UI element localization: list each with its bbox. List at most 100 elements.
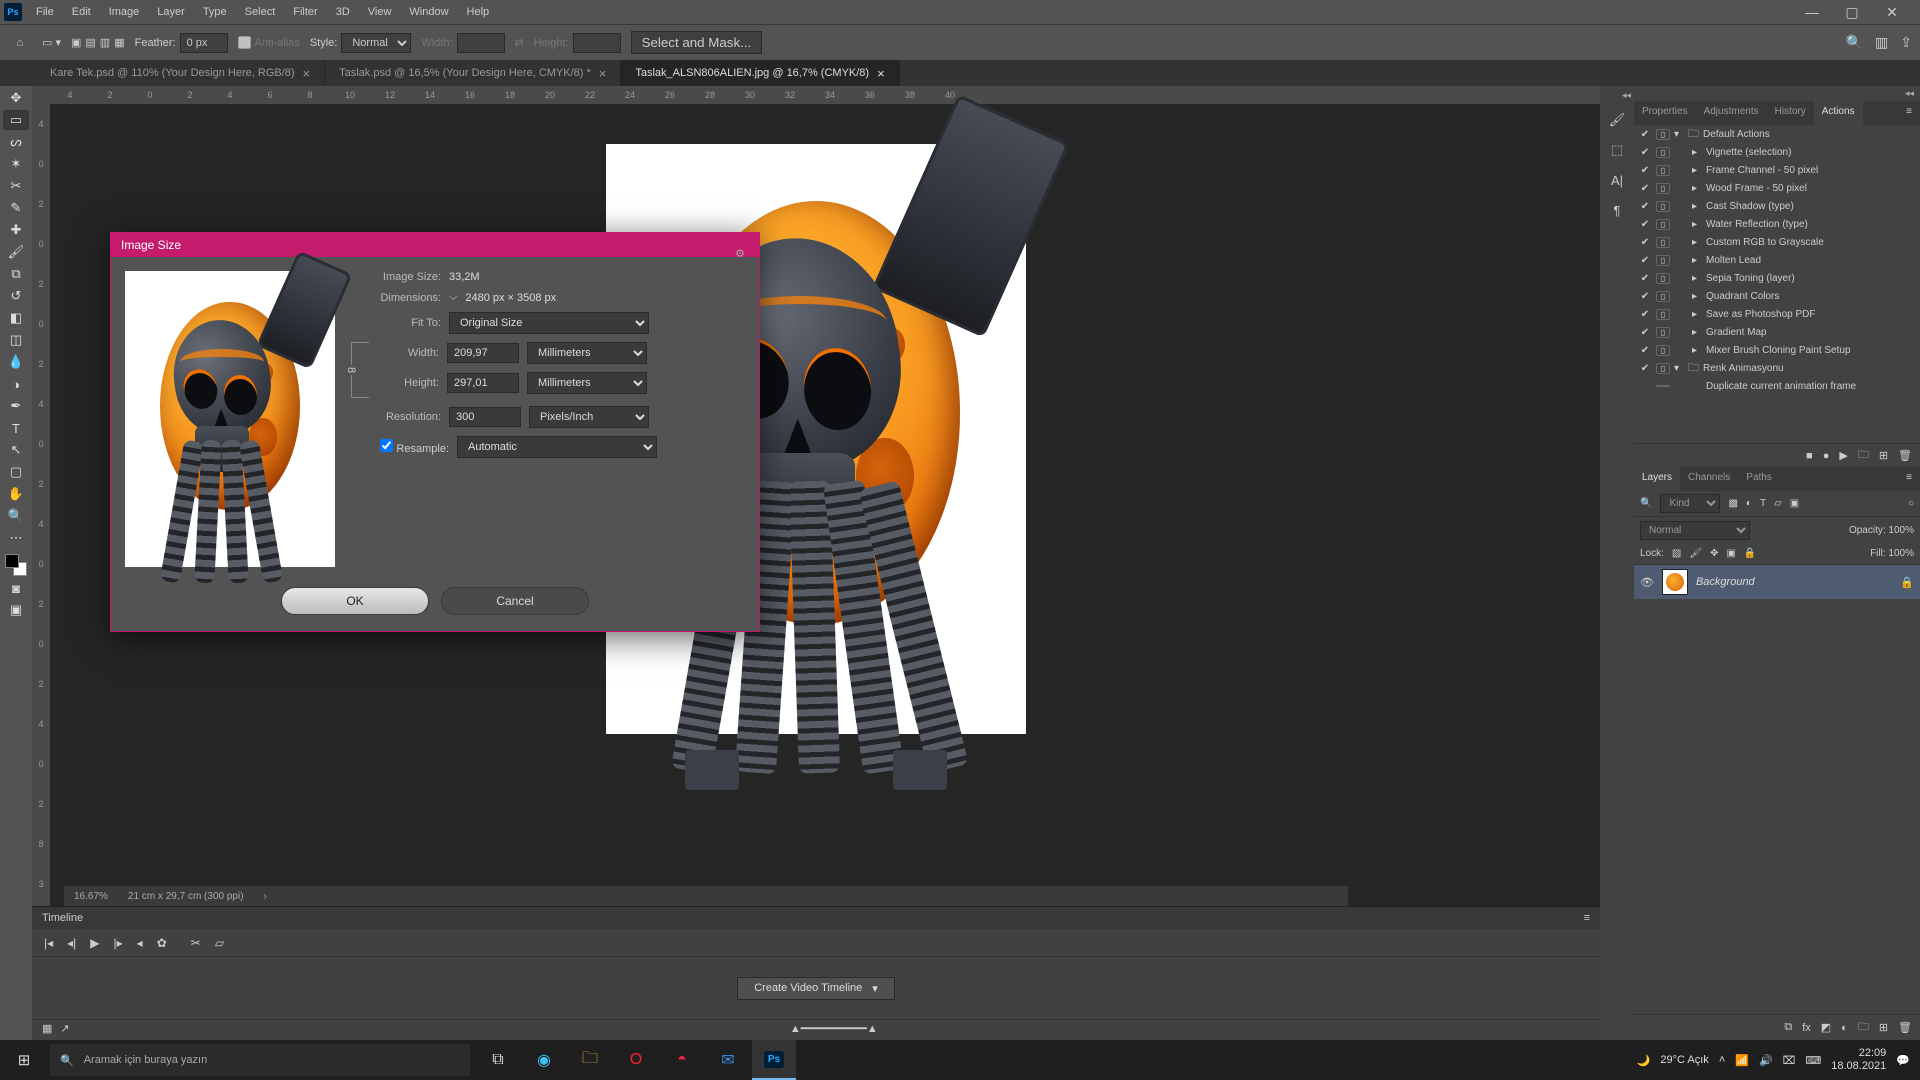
feather-input[interactable] — [180, 33, 228, 53]
lock-all-icon[interactable]: 🔒 — [1744, 548, 1756, 559]
eraser-tool[interactable]: ◧ — [3, 308, 29, 328]
resolution-input[interactable] — [449, 407, 521, 427]
layer-filter-kind[interactable]: Kind — [1660, 494, 1720, 513]
minimize-button[interactable]: — — [1796, 4, 1828, 21]
resample-checkbox[interactable]: Resample: — [351, 439, 449, 455]
rectangular-marquee-tool[interactable]: ▭ — [3, 110, 29, 130]
action-row[interactable]: ✔▯▾🗀Default Actions — [1634, 125, 1920, 143]
type-tool[interactable]: T — [3, 418, 29, 438]
cancel-button[interactable]: Cancel — [441, 587, 589, 615]
search-icon[interactable]: 🔍 — [1846, 34, 1863, 51]
action-row[interactable]: ✔▯▸Custom RGB to Grayscale — [1634, 233, 1920, 251]
edge-icon[interactable]: ◉ — [522, 1040, 566, 1080]
new-set-icon[interactable]: 🗀 — [1858, 446, 1869, 465]
action-row[interactable]: ✔▯▸Cast Shadow (type) — [1634, 197, 1920, 215]
fill-value[interactable]: 100% — [1888, 548, 1914, 559]
ok-button[interactable]: OK — [281, 587, 429, 615]
action-row[interactable]: ✔▯▸Mixer Brush Cloning Paint Setup — [1634, 341, 1920, 359]
workspace-icon[interactable]: ▥ — [1875, 34, 1888, 51]
timeline-mode-icon[interactable]: ▦ — [42, 1022, 52, 1035]
chevron-down-icon[interactable]: ⌵ — [449, 291, 457, 304]
taskbar-search[interactable]: 🔍 Aramak için buraya yazın — [50, 1044, 470, 1076]
selection-mode-buttons[interactable]: ▣ ▤ ▥ ▦ — [71, 36, 125, 49]
selection-new-icon[interactable]: ▣ — [71, 36, 81, 49]
volume-icon[interactable]: 🔊 — [1759, 1054, 1773, 1067]
brushes-icon[interactable]: ⬚ — [1605, 139, 1629, 161]
app-icon[interactable]: ◓ — [660, 1040, 704, 1080]
width-input[interactable] — [447, 343, 519, 363]
close-tab-icon[interactable]: × — [877, 66, 885, 81]
new-layer-icon[interactable]: ⊞ — [1879, 1021, 1888, 1034]
task-view-icon[interactable]: ⧉ — [476, 1040, 520, 1080]
language-icon[interactable]: ⌨ — [1805, 1054, 1821, 1067]
next-frame-icon[interactable]: |▸ — [114, 936, 123, 950]
foreground-color-swatch[interactable] — [5, 554, 19, 568]
tab-paths[interactable]: Paths — [1738, 467, 1780, 491]
action-row[interactable]: ✔▯▸Wood Frame - 50 pixel — [1634, 179, 1920, 197]
tab-layers[interactable]: Layers — [1634, 467, 1680, 491]
zoom-level[interactable]: 16.67% — [74, 891, 108, 902]
collapse-panels-icon[interactable]: ◂◂ — [1899, 86, 1920, 101]
clone-stamp-tool[interactable]: ⧉ — [3, 264, 29, 284]
menu-view[interactable]: View — [360, 2, 400, 22]
edit-toolbar[interactable]: ⋯ — [3, 528, 29, 548]
eyedropper-tool[interactable]: ✎ — [3, 198, 29, 218]
filter-shape-icon[interactable]: ▱ — [1774, 498, 1782, 509]
timeline-tab[interactable]: Timeline — [42, 912, 83, 924]
filter-pixel-icon[interactable]: ▩ — [1728, 498, 1737, 509]
expand-dock-icon[interactable]: ◂◂ — [1622, 90, 1634, 101]
quick-selection-tool[interactable]: ✶ — [3, 154, 29, 174]
filter-adjustment-icon[interactable]: ◐ — [1746, 498, 1752, 509]
selection-intersect-icon[interactable]: ▦ — [114, 36, 124, 49]
link-layers-icon[interactable]: ⧉ — [1784, 1021, 1792, 1034]
create-video-timeline-button[interactable]: Create Video Timeline▾ — [737, 977, 895, 1000]
action-row[interactable]: ✔▯▸Frame Channel - 50 pixel — [1634, 161, 1920, 179]
marquee-tool-preset[interactable]: ▭ ▾ — [42, 36, 61, 49]
action-row[interactable]: ✔▯▸Quadrant Colors — [1634, 287, 1920, 305]
timeline-zoom-slider[interactable]: ▲━━━━━━━━━━▲ — [790, 1022, 878, 1035]
menu-type[interactable]: Type — [195, 2, 235, 22]
tab-history[interactable]: History — [1767, 101, 1814, 125]
brush-tool[interactable]: 🖌 — [3, 242, 29, 262]
render-icon[interactable]: ↗ — [60, 1022, 69, 1035]
selection-add-icon[interactable]: ▤ — [85, 36, 95, 49]
close-button[interactable]: ✕ — [1876, 4, 1908, 21]
stop-icon[interactable]: ■ — [1806, 450, 1813, 462]
menu-filter[interactable]: Filter — [285, 2, 325, 22]
tray-chevron-icon[interactable]: ˄ — [1719, 1054, 1725, 1066]
menu-window[interactable]: Window — [401, 2, 456, 22]
action-row[interactable]: Duplicate current animation frame — [1634, 377, 1920, 395]
tab-actions[interactable]: Actions — [1814, 101, 1863, 125]
start-button[interactable]: ⊞ — [0, 1051, 48, 1069]
gear-icon[interactable]: ⚙ — [735, 247, 745, 260]
menu-select[interactable]: Select — [237, 2, 284, 22]
style-select[interactable]: Normal — [341, 33, 411, 53]
opacity-value[interactable]: 100% — [1888, 525, 1914, 536]
crop-tool[interactable]: ✂ — [3, 176, 29, 196]
aspect-lock-icon[interactable] — [351, 342, 369, 398]
panel-menu-icon[interactable]: ≡ — [1584, 912, 1590, 924]
panel-menu-icon[interactable]: ≡ — [1898, 101, 1920, 125]
actions-list[interactable]: ✔▯▾🗀Default Actions✔▯▸Vignette (selectio… — [1634, 125, 1920, 443]
image-size-dialog[interactable]: Image Size ⚙ — [110, 232, 760, 632]
home-button[interactable]: ⌂ — [8, 31, 32, 55]
lock-pixels-icon[interactable]: 🖌 — [1689, 548, 1702, 559]
resolution-unit-select[interactable]: Pixels/Inch — [529, 406, 649, 428]
battery-icon[interactable]: ⌧ — [1783, 1054, 1796, 1067]
share-icon[interactable]: ⇪ — [1900, 34, 1912, 51]
menu-3d[interactable]: 3D — [328, 2, 358, 22]
zoom-tool[interactable]: 🔍 — [3, 506, 29, 526]
weather-icon[interactable]: 🌙 — [1637, 1054, 1651, 1067]
document-tab[interactable]: Taslak.psd @ 16,5% (Your Design Here, CM… — [325, 60, 621, 86]
height-unit-select[interactable]: Millimeters — [527, 372, 647, 394]
search-icon[interactable]: 🔍 — [1640, 498, 1652, 509]
menu-image[interactable]: Image — [101, 2, 148, 22]
color-swatches[interactable] — [5, 554, 27, 576]
close-tab-icon[interactable]: × — [303, 66, 311, 81]
gradient-tool[interactable]: ◫ — [3, 330, 29, 350]
filter-smart-icon[interactable]: ▣ — [1790, 498, 1799, 509]
mute-icon[interactable]: ◂ — [137, 936, 143, 950]
photoshop-taskbar-icon[interactable]: Ps — [752, 1040, 796, 1080]
transition-icon[interactable]: ▱ — [215, 936, 224, 950]
dialog-title[interactable]: Image Size — [111, 233, 759, 257]
